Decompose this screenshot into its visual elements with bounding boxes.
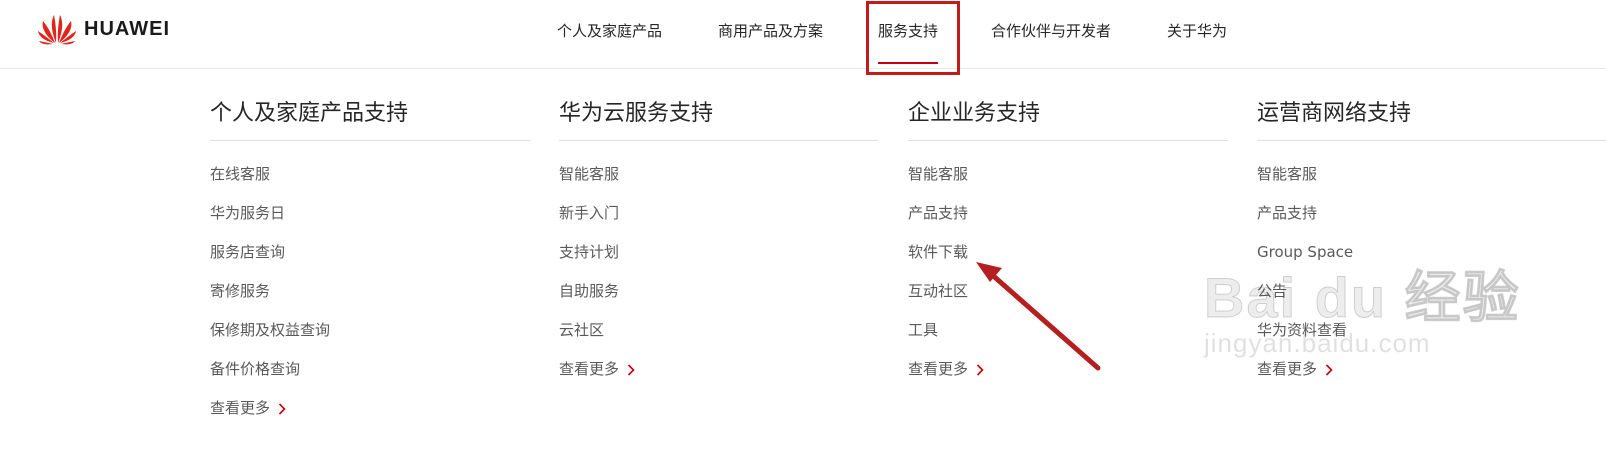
link-smart-service[interactable]: 智能客服 [559,162,635,201]
column-divider [1257,140,1606,141]
brand-name: HUAWEI [84,17,170,40]
link-tools[interactable]: 工具 [908,318,984,357]
view-more-link[interactable]: 查看更多 [908,357,984,396]
link-warranty-query[interactable]: 保修期及权益查询 [210,318,330,357]
link-support-plan[interactable]: 支持计划 [559,240,635,279]
column-title: 运营商网络支持 [1257,101,1412,126]
menu-column-enterprise-support: 企业业务支持 智能客服 产品支持 软件下载 互动社区 工具 查看更多 [908,96,1228,378]
view-more-label: 查看更多 [908,360,969,378]
column-divider [210,140,530,141]
menu-column-carrier-support: 运营商网络支持 智能客服 产品支持 Group Space 公告 华为资料查看 … [1257,96,1606,378]
huawei-flower-icon [38,15,76,45]
column-title: 华为云服务支持 [559,101,714,126]
column-divider [908,140,1228,141]
link-interactive-community[interactable]: 互动社区 [908,279,984,318]
column-divider [559,140,878,141]
column-link-list: 智能客服 新手入门 支持计划 自助服务 云社区 查看更多 [559,162,635,396]
page: HUAWEI 个人及家庭产品 商用产品及方案 服务支持 合作伙伴与开发者 关于华… [0,0,1606,455]
column-title: 企业业务支持 [908,101,1041,126]
link-parts-price[interactable]: 备件价格查询 [210,357,330,396]
view-more-link[interactable]: 查看更多 [210,396,330,435]
nav-about-huawei[interactable]: 关于华为 [1167,0,1227,64]
link-software-download[interactable]: 软件下载 [908,240,984,279]
column-link-list: 智能客服 产品支持 Group Space 公告 华为资料查看 查看更多 [1257,162,1353,396]
menu-column-personal-support: 个人及家庭产品支持 在线客服 华为服务日 服务店查询 寄修服务 保修期及权益查询… [210,96,530,417]
view-more-link[interactable]: 查看更多 [559,357,635,396]
nav-service-support[interactable]: 服务支持 [878,0,939,64]
link-huawei-docs[interactable]: 华为资料查看 [1257,318,1353,357]
top-nav-bar: HUAWEI 个人及家庭产品 商用产品及方案 服务支持 合作伙伴与开发者 关于华… [0,0,1606,69]
link-store-lookup[interactable]: 服务店查询 [210,240,330,279]
chevron-right-icon [976,364,984,376]
column-link-list: 在线客服 华为服务日 服务店查询 寄修服务 保修期及权益查询 备件价格查询 查看… [210,162,330,435]
huawei-logo[interactable]: HUAWEI [38,12,170,46]
link-cloud-community[interactable]: 云社区 [559,318,635,357]
menu-column-cloud-support: 华为云服务支持 智能客服 新手入门 支持计划 自助服务 云社区 查看更多 [559,96,878,378]
link-self-service[interactable]: 自助服务 [559,279,635,318]
baidu-jingyan-watermark: Bai du 经验 jingyan.baidu.com [1204,266,1521,358]
chevron-right-icon [1325,364,1333,376]
chevron-right-icon [627,364,635,376]
link-getting-started[interactable]: 新手入门 [559,201,635,240]
view-more-label: 查看更多 [559,360,620,378]
link-mail-repair[interactable]: 寄修服务 [210,279,330,318]
column-title: 个人及家庭产品支持 [210,101,409,126]
view-more-label: 查看更多 [1257,360,1318,378]
link-product-support[interactable]: 产品支持 [1257,201,1353,240]
link-smart-service[interactable]: 智能客服 [1257,162,1353,201]
link-announcements[interactable]: 公告 [1257,279,1353,318]
chevron-right-icon [278,403,286,415]
column-link-list: 智能客服 产品支持 软件下载 互动社区 工具 查看更多 [908,162,984,396]
view-more-label: 查看更多 [210,399,271,417]
watermark-brand: Bai du 经验 [1204,266,1521,329]
link-group-space[interactable]: Group Space [1257,240,1353,279]
link-online-service[interactable]: 在线客服 [210,162,330,201]
link-service-day[interactable]: 华为服务日 [210,201,330,240]
watermark-url: jingyan.baidu.com [1204,328,1431,358]
link-product-support[interactable]: 产品支持 [908,201,984,240]
nav-personal-home-products[interactable]: 个人及家庭产品 [557,0,662,64]
view-more-link[interactable]: 查看更多 [1257,357,1353,396]
link-smart-service[interactable]: 智能客服 [908,162,984,201]
nav-partners-developers[interactable]: 合作伙伴与开发者 [991,0,1111,64]
nav-business-solutions[interactable]: 商用产品及方案 [718,0,823,64]
